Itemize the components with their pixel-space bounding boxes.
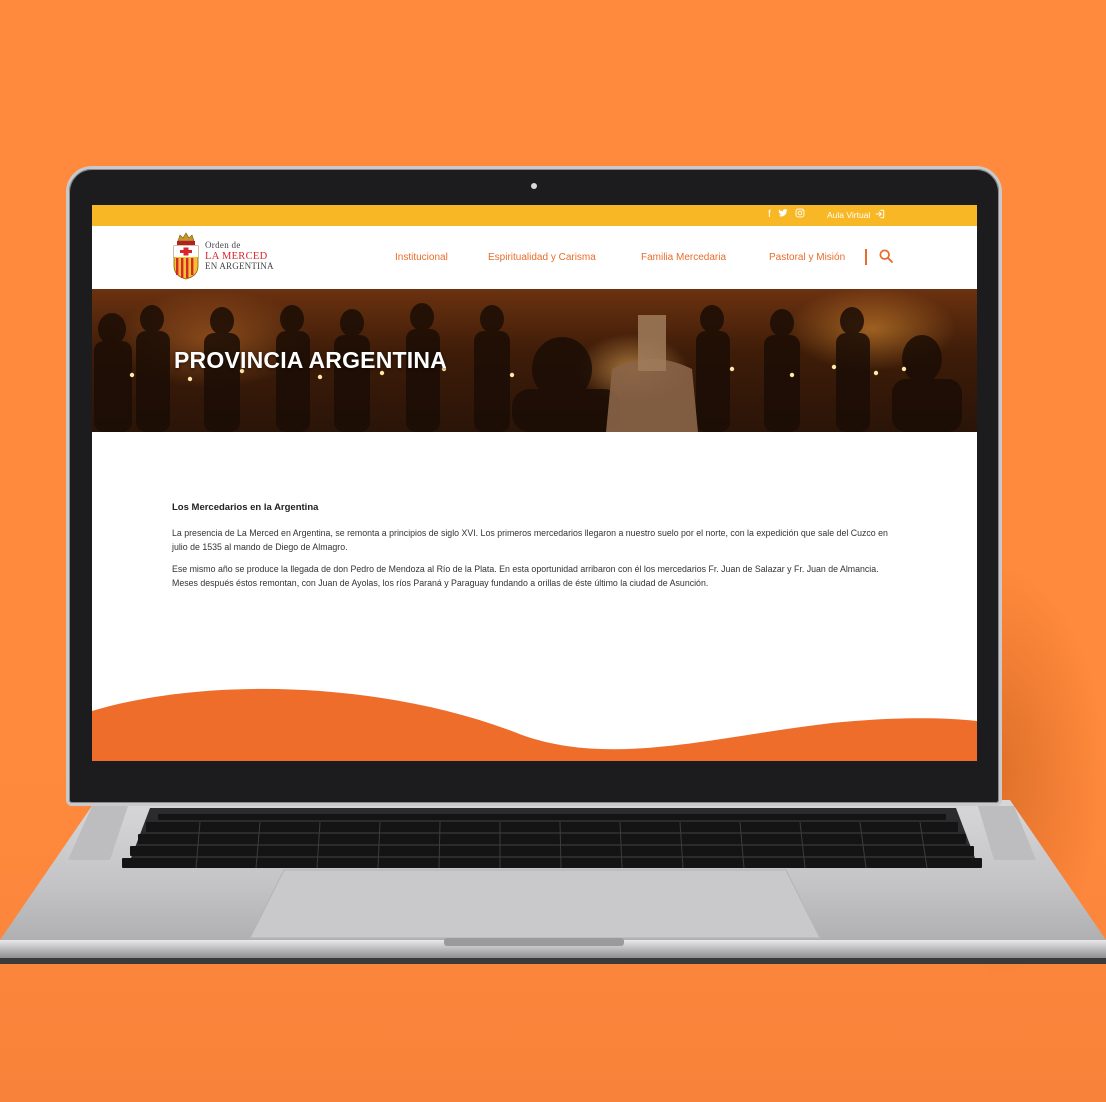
logo-text: Orden de LA MERCED EN ARGENTINA [205,240,274,271]
paragraph-1: La presencia de La Merced en Argentina, … [172,528,888,552]
logo-line-1: Orden de [205,240,241,250]
twitter-icon[interactable] [778,208,788,223]
login-icon [875,209,885,221]
aula-virtual-link[interactable]: Aula Virtual [827,209,885,221]
logo-line-2: LA MERCED [205,250,268,262]
top-bar: f Aula Virtual [92,205,977,226]
keyboard [122,814,982,869]
hero-banner: PROVINCIA ARGENTINA [92,289,977,432]
section-heading: Los Mercedarios en la Argentina [172,502,319,513]
nav-item-familia[interactable]: Familia Mercedaria [641,252,726,263]
search-icon[interactable] [878,248,894,264]
logo-line-3: EN ARGENTINA [205,260,274,271]
aula-virtual-label: Aula Virtual [827,210,871,220]
main-content: Los Mercedarios en la Argentina La prese… [172,502,892,598]
site-logo[interactable]: Orden de LA MERCED EN ARGENTINA [172,232,274,280]
nav-divider [865,249,867,265]
site-header: Orden de LA MERCED EN ARGENTINA Instituc… [92,226,977,289]
nav-item-espiritualidad[interactable]: Espiritualidad y Carisma [488,252,596,263]
facebook-icon[interactable]: f [768,208,771,223]
footer-wave [92,688,977,761]
camera-icon [531,183,537,189]
social-links: f [768,208,805,223]
nav-item-pastoral[interactable]: Pastoral y Misión [769,252,845,263]
crest-icon [173,232,199,280]
instagram-icon[interactable] [795,208,805,223]
nav-item-institucional[interactable]: Institucional [395,252,448,263]
website-screen: f Aula Virtual Orden de LA MERCED EN ARG… [92,205,977,761]
page-title: PROVINCIA ARGENTINA [174,347,447,373]
paragraph-2: Ese mismo año se produce la llegada de d… [172,564,879,588]
